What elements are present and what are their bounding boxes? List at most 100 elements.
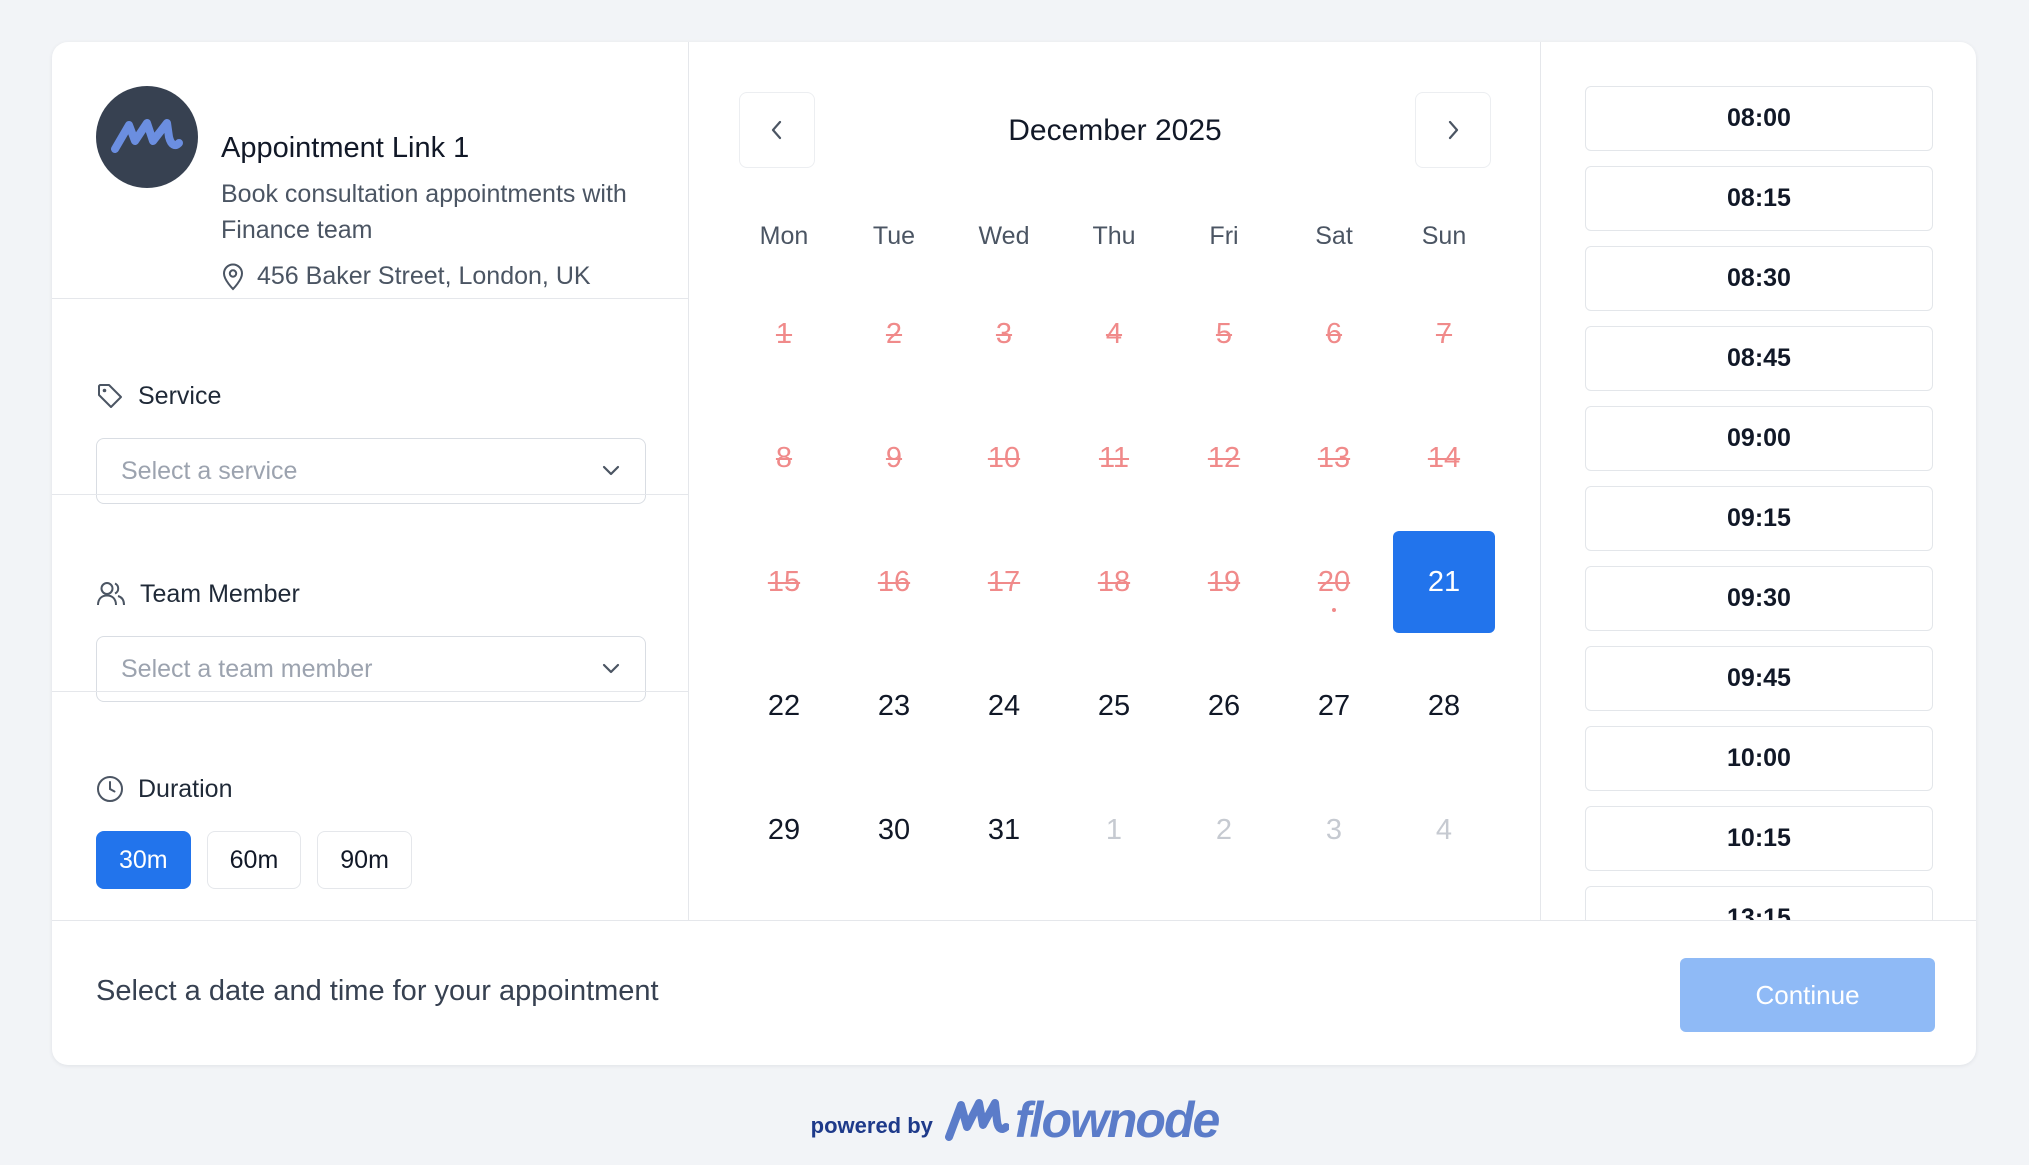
day-number: 20 [1317, 565, 1351, 598]
next-month-button[interactable] [1415, 92, 1491, 168]
calendar-day[interactable]: 24 [949, 644, 1059, 768]
calendar-day: 20 [1279, 520, 1389, 644]
weekday-label: Thu [1092, 222, 1136, 250]
service-label: Service [96, 378, 646, 414]
brand-name: flownode [1014, 1092, 1220, 1148]
day-number: 16 [877, 565, 911, 598]
clock-icon [97, 776, 123, 802]
duration-30m-button[interactable]: 30m [96, 831, 191, 889]
weekday-label: Mon [759, 222, 809, 250]
day-number: 6 [1325, 317, 1343, 350]
appointment-description: Book consultation appointments with Fina… [221, 180, 627, 244]
team-member-select[interactable]: Select a team member [96, 636, 646, 702]
time-slot-button[interactable]: 10:15 [1585, 806, 1933, 871]
map-pin-icon [222, 263, 244, 290]
day-number: 18 [1097, 565, 1131, 598]
calendar-day[interactable]: 28 [1389, 644, 1499, 768]
calendar-day[interactable]: 31 [949, 768, 1059, 892]
day-number: 30 [877, 813, 911, 846]
duration-section: Duration 30m 60m 90m [96, 771, 646, 889]
day-number: 17 [987, 565, 1021, 598]
team-member-label-text: Team Member [140, 579, 300, 608]
powered-by: powered by flownode [0, 1090, 2029, 1150]
calendar-day[interactable]: 21 [1389, 520, 1499, 644]
calendar-day: 5 [1169, 272, 1279, 396]
day-number: 15 [767, 565, 801, 598]
duration-90m-button[interactable]: 90m [317, 831, 412, 889]
day-number: 31 [987, 813, 1021, 846]
time-slot-button[interactable]: 08:15 [1585, 166, 1933, 231]
continue-button[interactable]: Continue [1680, 958, 1935, 1032]
weekday-header: Mon Tue Wed Thu Fri Sat Sun [729, 222, 1499, 251]
calendar-days-grid: 1 2 3 4 5 6 7 8 9 10 11 12 13 14 15 16 17 18 19 20 21 22 23 24 2… [729, 272, 1499, 892]
time-slot-button[interactable]: 09:45 [1585, 646, 1933, 711]
day-number: 21 [1427, 565, 1461, 598]
weekday-label: Wed [978, 222, 1030, 250]
service-section: Service Select a service [96, 378, 646, 504]
day-number: 26 [1207, 689, 1241, 722]
today-indicator [1332, 608, 1336, 612]
duration-60m-button[interactable]: 60m [206, 831, 302, 889]
calendar-day: 17 [949, 520, 1059, 644]
calendar-day: 9 [839, 396, 949, 520]
calendar-day[interactable]: 29 [729, 768, 839, 892]
month-title: December 2025 [1008, 114, 1222, 147]
time-slot-button[interactable]: 09:30 [1585, 566, 1933, 631]
calendar-day[interactable]: 23 [839, 644, 949, 768]
divider [52, 494, 689, 495]
time-slot-button[interactable]: 13:15 [1585, 886, 1933, 920]
calendar-day[interactable]: 27 [1279, 644, 1389, 768]
day-number: 14 [1427, 441, 1461, 474]
day-number: 28 [1427, 689, 1461, 722]
appointment-profile: Appointment Link 1 Book consultation app… [96, 86, 656, 296]
calendar-day: 13 [1279, 396, 1389, 520]
calendar-day: 4 [1059, 272, 1169, 396]
team-member-section: Team Member Select a team member [96, 576, 646, 702]
booking-footer: Select a date and time for your appointm… [52, 920, 1976, 1065]
calendar-day: 2 [839, 272, 949, 396]
weekday-label: Sun [1421, 222, 1467, 250]
weekday-label: Fri [1209, 222, 1239, 250]
calendar-day: 16 [839, 520, 949, 644]
day-number: 19 [1207, 565, 1241, 598]
chevron-right-icon [1448, 120, 1459, 140]
calendar-day: 3 [949, 272, 1059, 396]
users-icon [97, 582, 125, 606]
calendar-day[interactable]: 25 [1059, 644, 1169, 768]
day-number: 25 [1097, 689, 1131, 722]
day-number: 1 [775, 317, 793, 350]
day-number: 2 [1215, 813, 1233, 846]
day-number: 8 [775, 441, 793, 474]
powered-by-text: powered by [810, 1113, 933, 1138]
day-number: 27 [1317, 689, 1351, 722]
day-number: 7 [1435, 317, 1453, 350]
day-number: 13 [1317, 441, 1351, 474]
team-member-placeholder: Select a team member [121, 654, 373, 683]
calendar-day: 14 [1389, 396, 1499, 520]
time-slot-button[interactable]: 10:00 [1585, 726, 1933, 791]
calendar-day[interactable]: 22 [729, 644, 839, 768]
calendar-day: 19 [1169, 520, 1279, 644]
service-label-text: Service [138, 381, 222, 410]
time-slot-button[interactable]: 08:45 [1585, 326, 1933, 391]
calendar-day: 10 [949, 396, 1059, 520]
duration-label-text: Duration [138, 774, 233, 803]
day-number: 29 [767, 813, 801, 846]
day-number: 24 [987, 689, 1021, 722]
calendar-day[interactable]: 26 [1169, 644, 1279, 768]
day-number: 5 [1215, 317, 1233, 350]
time-slot-button[interactable]: 09:00 [1585, 406, 1933, 471]
location-text: 456 Baker Street, London, UK [257, 262, 591, 290]
calendar-day: 15 [729, 520, 839, 644]
day-number: 23 [877, 689, 911, 722]
time-slot-list: 08:00 08:15 08:30 08:45 09:00 09:15 09:30 09:45… [1585, 86, 1933, 920]
time-slot-button[interactable]: 08:30 [1585, 246, 1933, 311]
divider [52, 691, 689, 692]
calendar-day[interactable]: 30 [839, 768, 949, 892]
brand-logo[interactable]: flownode [944, 1091, 1220, 1149]
time-slot-button[interactable]: 08:00 [1585, 86, 1933, 151]
time-slot-button[interactable]: 09:15 [1585, 486, 1933, 551]
day-number: 11 [1098, 441, 1130, 474]
tag-icon [98, 384, 122, 408]
calendar-day: 3 [1279, 768, 1389, 892]
